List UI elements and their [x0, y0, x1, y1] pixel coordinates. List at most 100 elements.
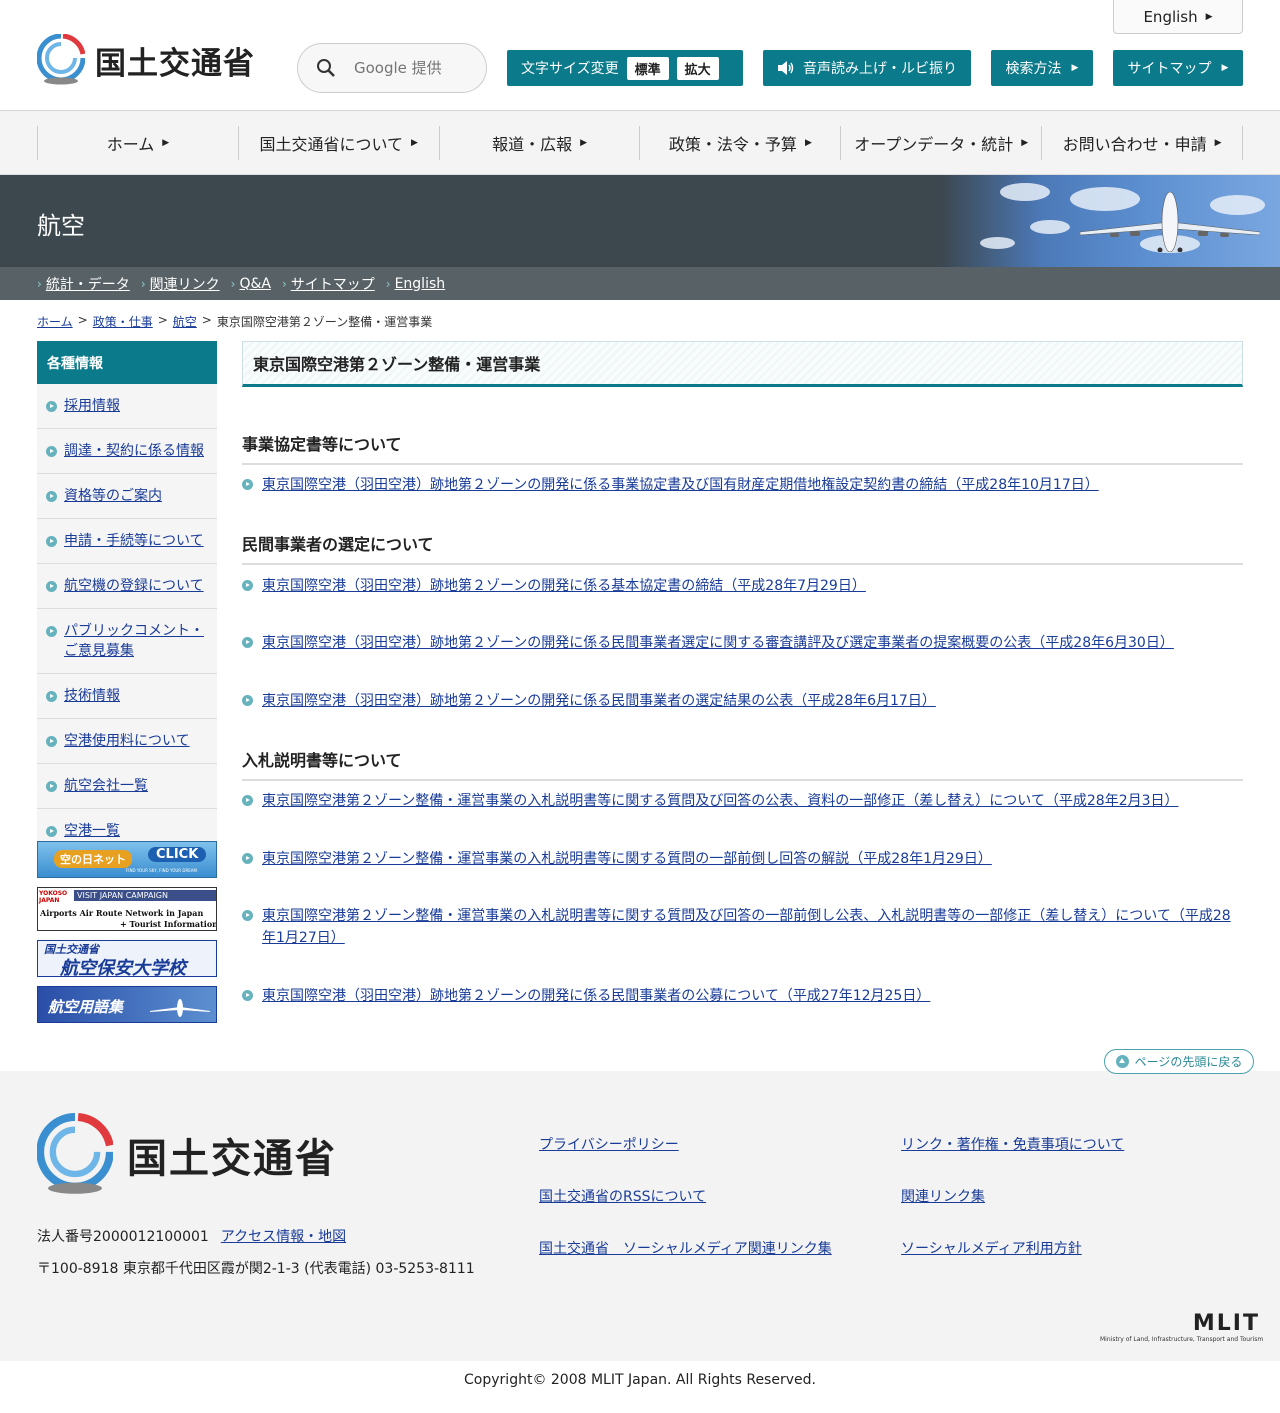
social-media-policy-link[interactable]: ソーシャルメディア利用方針 [901, 1238, 1082, 1258]
sidebar-item-label[interactable]: 技術情報 [64, 688, 120, 704]
arrow-bullet-icon [46, 401, 57, 412]
gnav-item-policy[interactable]: 政策・法令・予算 ▶ [639, 126, 840, 160]
sidebar-item-label[interactable]: 航空会社一覧 [64, 778, 148, 794]
sublink-label[interactable]: 統計・データ [46, 274, 130, 294]
breadcrumb-aviation[interactable]: 航空 [173, 313, 197, 330]
sidebar-item-label[interactable]: 採用情報 [64, 398, 120, 414]
sublink-english[interactable]: › English [386, 276, 445, 292]
banner-top: VISIT JAPAN CAMPAIGN [74, 890, 216, 901]
search-input[interactable] [354, 59, 474, 77]
sidebar-item-label[interactable]: 調達・契約に係る情報 [64, 443, 204, 459]
arrow-bullet-icon [242, 795, 253, 806]
corporate-info: 法人番号2000012100001 アクセス情報・地図 [37, 1226, 346, 1246]
sidebar: 各種情報 採用情報 調達・契約に係る情報 資格等のご案内 申請・手続等について … [37, 341, 217, 854]
gnav-label: お問い合わせ・申請 [1062, 135, 1207, 154]
speaker-icon [778, 61, 794, 75]
sidebar-item-procurement[interactable]: 調達・契約に係る情報 [37, 429, 217, 474]
document-link[interactable]: 東京国際空港（羽田空港）跡地第２ゾーンの開発に係る民間事業者の選定結果の公表（平… [262, 693, 936, 709]
document-link[interactable]: 東京国際空港（羽田空港）跡地第２ゾーンの開発に係る民間事業者選定に関する審査講評… [262, 635, 1174, 651]
voice-reading-button[interactable]: 音声読み上げ・ルビ振り [763, 50, 971, 86]
search-icon[interactable] [316, 58, 336, 78]
sora-no-hi-banner[interactable]: 空の日ネット CLICK FIND YOUR SKY, FIND YOUR DR… [37, 841, 217, 878]
triangle-right-icon: ▶ [411, 138, 418, 148]
sublink-sitemap[interactable]: › サイトマップ [282, 274, 375, 294]
english-link[interactable]: English ▶ [1113, 0, 1243, 34]
triangle-right-icon: ▶ [1021, 138, 1029, 148]
list-item: 東京国際空港第２ゾーン整備・運営事業の入札説明書等に関する質問及び回答の一部前倒… [242, 905, 1243, 949]
sidebar-item-airport-fees[interactable]: 空港使用料について [37, 719, 217, 764]
arrow-bullet-icon [242, 695, 253, 706]
rss-link[interactable]: 国土交通省のRSSについて [539, 1186, 706, 1206]
sublink-label[interactable]: Q&A [239, 276, 271, 292]
sublink-label[interactable]: English [395, 276, 446, 292]
arrow-bullet-icon [46, 626, 57, 637]
sidebar-item-label[interactable]: 資格等のご案内 [64, 488, 162, 504]
breadcrumb-policy[interactable]: 政策・仕事 [93, 313, 153, 330]
gnav-item-home[interactable]: ホーム ▶ [37, 126, 238, 160]
sidebar-item-label[interactable]: 申請・手続等について [64, 533, 204, 549]
sidebar-item-public-comment[interactable]: パブリックコメント・ご意見募集 [37, 609, 217, 674]
document-link[interactable]: 東京国際空港（羽田空港）跡地第２ゾーンの開発に係る事業協定書及び国有財産定期借地… [262, 477, 1099, 493]
sidebar-item-label[interactable]: 航空機の登録について [64, 578, 204, 594]
sitemap-button[interactable]: サイトマップ ▶ [1113, 50, 1243, 86]
sidebar-item-label[interactable]: 空港使用料について [64, 733, 190, 749]
document-link[interactable]: 東京国際空港第２ゾーン整備・運営事業の入札説明書等に関する質問及び回答の公表、資… [262, 793, 1179, 809]
document-link[interactable]: 東京国際空港第２ゾーン整備・運営事業の入札説明書等に関する質問の一部前倒し回答の… [262, 851, 992, 867]
main-content: 東京国際空港第２ゾーン整備・運営事業 事業協定書等について 東京国際空港（羽田空… [242, 341, 1243, 1004]
breadcrumb-home[interactable]: ホーム [37, 313, 73, 330]
sidebar-item-airlines[interactable]: 航空会社一覧 [37, 764, 217, 809]
sidebar-item-technical[interactable]: 技術情報 [37, 674, 217, 719]
arrow-bullet-icon [46, 446, 57, 457]
visit-japan-banner[interactable]: VISIT JAPAN CAMPAIGN YOKOSO JAPAN Airpor… [37, 887, 217, 931]
gnav-item-opendata[interactable]: オープンデータ・統計 ▶ [840, 126, 1041, 160]
sidebar-item-qualifications[interactable]: 資格等のご案内 [37, 474, 217, 519]
privacy-policy-link[interactable]: プライバシーポリシー [539, 1134, 679, 1154]
gnav-item-contact[interactable]: お問い合わせ・申請 ▶ [1041, 126, 1243, 160]
footer-logo[interactable]: 国土交通省 [37, 1113, 337, 1197]
chevron-right-icon: › [140, 276, 146, 291]
font-size-standard-button[interactable]: 標準 [626, 56, 669, 80]
page-top-button[interactable]: ページの先頭に戻る [1104, 1049, 1254, 1074]
banner-click: CLICK [148, 847, 207, 862]
document-link[interactable]: 東京国際空港（羽田空港）跡地第２ゾーンの開発に係る基本協定書の締結（平成28年7… [262, 578, 866, 594]
font-size-large-button[interactable]: 拡大 [676, 56, 719, 80]
list-item: 東京国際空港第２ゾーン整備・運営事業の入札説明書等に関する質問及び回答の公表、資… [242, 790, 1243, 812]
search-method-button[interactable]: 検索方法 ▶ [991, 50, 1093, 86]
page-title: 東京国際空港第２ゾーン整備・運営事業 [253, 355, 541, 374]
sublink-label[interactable]: 関連リンク [150, 274, 220, 294]
triangle-right-icon: ▶ [804, 138, 812, 148]
font-size-label: 文字サイズ変更 [521, 61, 619, 77]
mlit-logo[interactable]: 国土交通省 [37, 34, 255, 86]
access-map-link[interactable]: アクセス情報・地図 [221, 1229, 346, 1245]
list-item: 東京国際空港（羽田空港）跡地第２ゾーンの開発に係る事業協定書及び国有財産定期借地… [242, 474, 1243, 496]
triangle-right-icon: ▶ [1221, 63, 1229, 73]
sublink-related[interactable]: › 関連リンク [141, 274, 220, 294]
site-footer: 国土交通省 法人番号2000012100001 アクセス情報・地図 〒100-89… [0, 1071, 1280, 1361]
sublink-qa[interactable]: › Q&A [231, 276, 271, 292]
sidebar-item-applications[interactable]: 申請・手続等について [37, 519, 217, 564]
document-link[interactable]: 東京国際空港（羽田空港）跡地第２ゾーンの開発に係る民間事業者の公募について（平成… [262, 988, 930, 1004]
sublink-label[interactable]: サイトマップ [291, 274, 375, 294]
gnav-item-press[interactable]: 報道・広報 ▶ [438, 126, 640, 160]
sublink-stats[interactable]: › 統計・データ [37, 274, 130, 294]
banner-text: 航空用語集 [48, 998, 124, 1016]
copyright-disclaimer-link[interactable]: リンク・著作権・免責事項について [901, 1134, 1124, 1154]
sidebar-item-aircraft-registration[interactable]: 航空機の登録について [37, 564, 217, 609]
address: 〒100-8918 東京都千代田区霞が関2-1-3 (代表電話) 03-5253… [37, 1261, 475, 1277]
sidebar-item-recruit[interactable]: 採用情報 [37, 384, 217, 429]
sidebar-item-label[interactable]: 空港一覧 [64, 823, 120, 839]
arrow-bullet-icon [46, 736, 57, 747]
triangle-right-icon: ▶ [162, 138, 170, 148]
arrow-bullet-icon [242, 910, 253, 921]
related-links-link[interactable]: 関連リンク集 [901, 1186, 985, 1206]
social-media-links-link[interactable]: 国土交通省 ソーシャルメディア関連リンク集 [539, 1238, 832, 1258]
document-link[interactable]: 東京国際空港第２ゾーン整備・運営事業の入札説明書等に関する質問及び回答の一部前倒… [262, 908, 1231, 946]
aviation-glossary-banner[interactable]: 航空用語集 [37, 986, 217, 1023]
chevron-right-icon: › [281, 276, 287, 291]
site-search [297, 43, 487, 93]
gnav-item-about[interactable]: 国土交通省について ▶ [237, 126, 439, 160]
sidebar-item-label[interactable]: パブリックコメント・ご意見募集 [64, 623, 204, 659]
list-item: 東京国際空港（羽田空港）跡地第２ゾーンの開発に係る基本協定書の締結（平成28年7… [242, 575, 1243, 597]
triangle-right-icon: ▶ [580, 138, 588, 148]
aviation-safety-college-banner[interactable]: 国土交通省 航空保安大学校 [37, 940, 217, 977]
